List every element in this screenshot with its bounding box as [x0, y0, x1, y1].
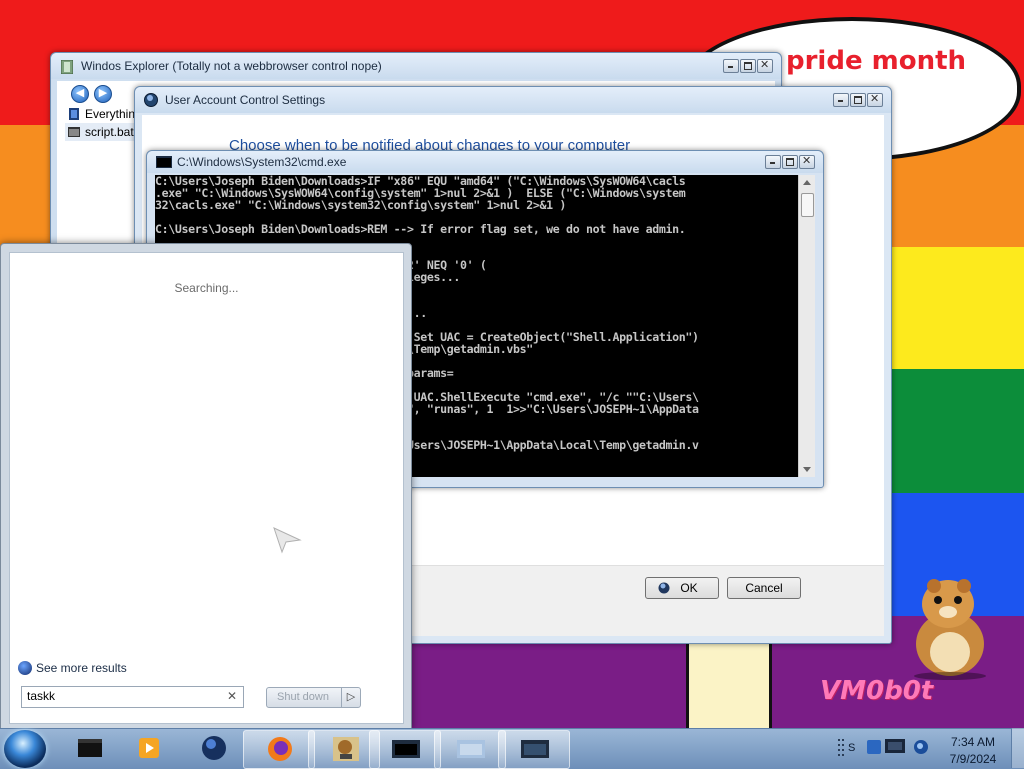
show-desktop-button[interactable]: [1011, 728, 1024, 768]
console-line: C:\Users\Joseph Biden\Downloads>REM --> …: [155, 222, 686, 236]
tray-volume-icon[interactable]: [912, 738, 930, 756]
taskbar-pinned-firefox[interactable]: [243, 730, 315, 769]
uac-shield-icon: [144, 93, 158, 107]
hamster-icon: [914, 579, 986, 680]
cmd-title: C:\Windows\System32\cmd.exe: [177, 155, 347, 169]
explorer-item-label: script.bat: [85, 125, 134, 139]
tray-text-fragment: S: [848, 742, 856, 754]
explorer-item[interactable]: Everythin: [65, 105, 145, 123]
tray-overflow-grip-icon[interactable]: [836, 737, 846, 761]
uac-minimize-button[interactable]: [833, 93, 849, 107]
tray-shield-icon[interactable]: [866, 738, 882, 756]
start-menu-results-panel: Searching... See more results: [9, 252, 404, 724]
cmd-scrollbar[interactable]: [798, 175, 815, 477]
start-orb-button[interactable]: [4, 730, 46, 768]
explorer-title: Windos Explorer (Totally not a webbrowse…: [81, 59, 382, 73]
see-more-results-link[interactable]: See more results: [18, 661, 127, 675]
shutdown-button[interactable]: Shut down ▷: [266, 687, 361, 708]
window-thumbnail-icon: [457, 740, 485, 758]
taskbar-pinned-globe[interactable]: [178, 730, 248, 767]
cmd-minimize-button[interactable]: [765, 155, 781, 169]
cmd-maximize-button[interactable]: [782, 155, 798, 169]
uac-title: User Account Control Settings: [165, 93, 326, 107]
explorer-titlebar[interactable]: Windos Explorer (Totally not a webbrowse…: [51, 53, 781, 79]
explorer-minimize-button[interactable]: [723, 59, 739, 73]
cancel-button-label: Cancel: [745, 581, 783, 595]
back-arrow-icon[interactable]: ◀: [71, 85, 89, 103]
shutdown-label: Shut down: [277, 691, 329, 703]
taskbar: [0, 728, 1024, 769]
virtualbox-icon: [333, 737, 359, 761]
scroll-down-arrow-icon[interactable]: [803, 467, 811, 472]
taskbar-window-cmd[interactable]: [369, 730, 441, 769]
vmobot-logo-text: VM0b0t: [820, 676, 934, 706]
explorer-maximize-button[interactable]: [740, 59, 756, 73]
explorer-item-label: Everythin: [85, 107, 136, 121]
shutdown-options-arrow-icon[interactable]: ▷: [341, 688, 360, 707]
forward-arrow-icon[interactable]: ▶: [94, 85, 112, 103]
scroll-up-arrow-icon[interactable]: [803, 180, 811, 185]
tray-network-icon[interactable]: [884, 737, 908, 757]
clock-time: 7:34 AM: [950, 735, 996, 749]
cancel-button[interactable]: Cancel: [727, 577, 801, 599]
uac-titlebar[interactable]: User Account Control Settings: [135, 87, 891, 113]
clear-search-icon[interactable]: ✕: [227, 689, 237, 703]
taskbar-pinned-media-player[interactable]: [113, 730, 183, 767]
taskbar-window-uac[interactable]: [434, 730, 506, 769]
cmd-titlebar[interactable]: C:\Windows\System32\cmd.exe: [147, 151, 823, 173]
console-line: 32\cacls.exe" "C:\Windows\system32\confi…: [155, 198, 567, 212]
start-menu: Searching... See more results: [0, 243, 412, 730]
explorer-app-icon: [61, 60, 73, 74]
mouse-cursor-icon: [273, 527, 302, 554]
firefox-icon: [268, 737, 292, 761]
shield-icon: [658, 582, 670, 594]
speech-bubble-text: y pride month: [760, 46, 967, 76]
globe-icon: [202, 736, 226, 760]
window-thumbnail-icon: [392, 740, 420, 758]
cmd-app-icon: [156, 156, 172, 168]
search-globe-icon: [18, 661, 32, 675]
tray-clock[interactable]: 7:34 AM 7/9/2024: [938, 734, 1008, 768]
cmd-scroll-thumb[interactable]: [801, 193, 814, 217]
ok-button-label: OK: [680, 581, 698, 595]
console-icon: [78, 739, 102, 757]
start-search-input[interactable]: [22, 687, 222, 705]
ok-button[interactable]: OK: [645, 577, 719, 599]
explorer-item[interactable]: script.bat: [65, 123, 145, 141]
wallpaper-arm-drawing: [686, 640, 772, 728]
search-status-text: Searching...: [174, 281, 239, 295]
document-icon: [69, 108, 79, 120]
batch-file-icon: [68, 127, 80, 137]
cmd-close-button[interactable]: [799, 154, 815, 169]
explorer-close-button[interactable]: [757, 58, 773, 73]
uac-maximize-button[interactable]: [850, 93, 866, 107]
taskbar-window-explorer[interactable]: [498, 730, 570, 769]
window-thumbnail-icon: [521, 740, 549, 758]
media-player-icon: [139, 738, 159, 758]
see-more-results-label: See more results: [36, 661, 127, 675]
clock-date: 7/9/2024: [949, 752, 997, 766]
uac-close-button[interactable]: [867, 92, 883, 107]
start-search-box[interactable]: ✕: [21, 686, 244, 708]
